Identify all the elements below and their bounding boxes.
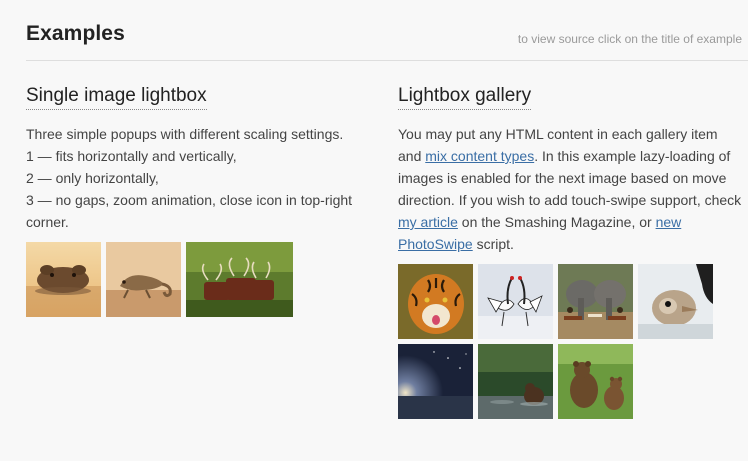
cranes-thumb[interactable]: [478, 264, 553, 339]
elephants-image: [558, 264, 633, 339]
examples-header: Examples to view source click on the tit…: [26, 0, 748, 61]
single-image-title[interactable]: Single image lightbox: [26, 84, 207, 110]
page-title: Examples: [26, 22, 125, 45]
tiger-thumb[interactable]: [398, 264, 473, 339]
chameleon-image: [106, 242, 181, 317]
single-intro: Three simple popups with different scali…: [26, 126, 344, 142]
single-line-3: 3 — no gaps, zoom animation, close icon …: [26, 192, 353, 230]
cranes-image: [478, 264, 553, 339]
source-hint: to view source click on the title of exa…: [517, 32, 742, 46]
my-article-link[interactable]: my article: [398, 214, 458, 230]
bear-water-image: [478, 344, 553, 419]
elephants-thumb[interactable]: [558, 264, 633, 339]
single-line-2: 2 — only horizontally,: [26, 170, 159, 186]
ostrich-image: [638, 264, 713, 339]
single-image-thumbs: [26, 242, 366, 317]
hippo-thumb[interactable]: [26, 242, 101, 317]
cattle-thumb[interactable]: [186, 242, 293, 317]
night-sky-image: [398, 344, 473, 419]
gallery-text-d: script.: [472, 236, 514, 252]
ostrich-thumb[interactable]: [638, 264, 713, 339]
gallery-section: Lightbox gallery You may put any HTML co…: [398, 84, 743, 419]
single-line-1: 1 — fits horizontally and vertically,: [26, 148, 237, 164]
gallery-thumbs: [398, 264, 743, 419]
bears-thumb[interactable]: [558, 344, 633, 419]
single-image-description: Three simple popups with different scali…: [26, 123, 366, 233]
gallery-title[interactable]: Lightbox gallery: [398, 84, 532, 110]
single-image-section: Single image lightbox Three simple popup…: [26, 84, 366, 317]
mix-content-types-link[interactable]: mix content types: [425, 148, 534, 164]
cattle-image: [186, 242, 293, 317]
gallery-text-c: on the Smashing Magazine, or: [457, 214, 656, 230]
night-sky-thumb[interactable]: [398, 344, 473, 419]
chameleon-thumb[interactable]: [106, 242, 181, 317]
hippo-image: [26, 242, 101, 317]
gallery-description: You may put any HTML content in each gal…: [398, 123, 743, 255]
bears-image: [558, 344, 633, 419]
bear-water-thumb[interactable]: [478, 344, 553, 419]
tiger-image: [398, 264, 473, 339]
